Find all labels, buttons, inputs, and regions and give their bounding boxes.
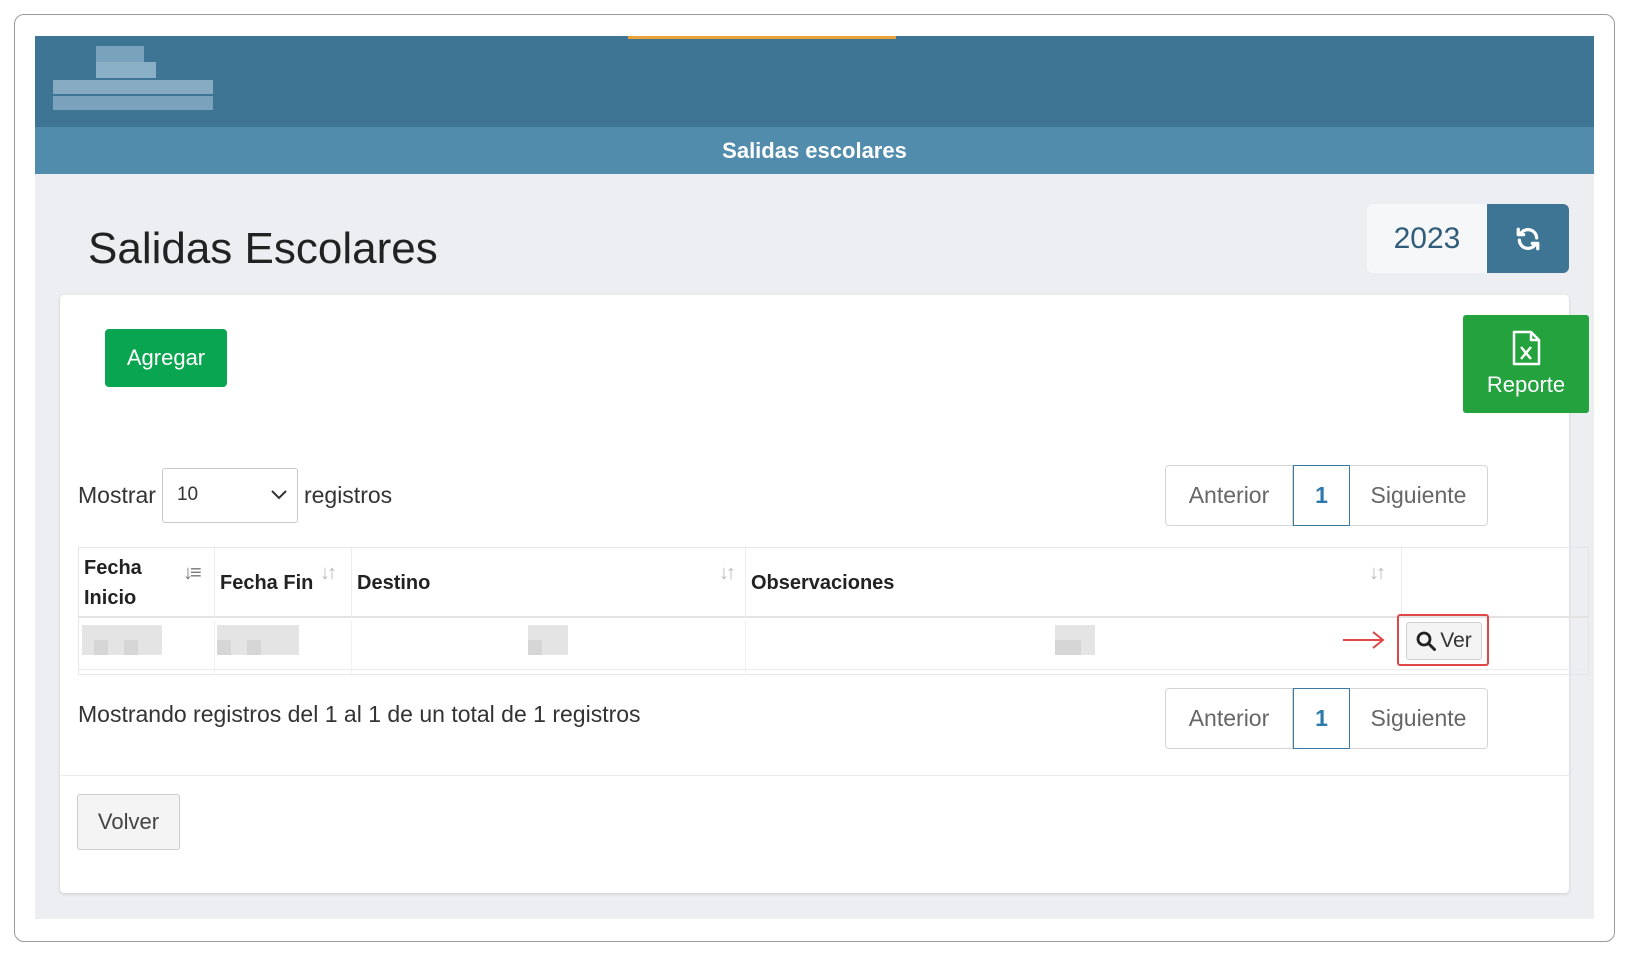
sort-icon: ↓↑ [1369, 562, 1386, 584]
current-page-button[interactable]: 1 [1293, 688, 1350, 749]
chevron-down-icon [271, 490, 287, 500]
back-button[interactable]: Volver [77, 794, 180, 850]
section-title: Salidas escolares [722, 137, 907, 163]
column-header-destino[interactable]: Destino ↓↑ [352, 548, 746, 618]
column-header-actions [1402, 548, 1488, 618]
page-length-value: 10 [176, 484, 199, 505]
pagination-top: Anterior 1 Siguiente [1165, 465, 1488, 526]
sort-icon: ↓↑ [320, 562, 337, 584]
column-header-fecha-inicio[interactable]: Fecha Inicio ↓≡ [79, 548, 215, 618]
search-icon [1416, 631, 1437, 651]
current-page-button[interactable]: 1 [1293, 465, 1350, 526]
top-navbar [35, 36, 1594, 127]
report-button-label: Reporte [1486, 372, 1566, 397]
navbar-accent [628, 36, 896, 39]
column-label-line2: Inicio [84, 587, 137, 609]
length-control: Mostrar 10 registros [78, 467, 392, 523]
pagination-bottom: Anterior 1 Siguiente [1165, 688, 1488, 749]
column-header-observaciones[interactable]: Observaciones ↓↑ [746, 548, 1402, 618]
column-label: Fecha Fin [220, 571, 314, 594]
table-info: Mostrando registros del 1 al 1 de un tot… [78, 701, 641, 727]
sort-ascending-icon: ↓≡ [183, 562, 202, 584]
page-length-select[interactable]: 10 [161, 467, 298, 523]
arrow-right-icon [1343, 631, 1385, 649]
logo[interactable] [53, 46, 233, 120]
cell-fecha-inicio [79, 620, 215, 675]
previous-page-button[interactable]: Anterior [1166, 689, 1293, 748]
refresh-button[interactable] [1487, 204, 1569, 273]
cell-fecha-fin [215, 620, 352, 675]
report-button[interactable]: Reporte [1463, 315, 1589, 413]
records-table: Fecha Inicio ↓≡ Fecha Fin ↓↑ Destino ↓↑ … [78, 547, 1589, 675]
column-label: Observaciones [751, 571, 895, 594]
page-title: Salidas Escolares [88, 224, 438, 273]
cell-destino [352, 620, 746, 675]
excel-file-icon [1512, 330, 1541, 366]
table-header: Fecha Inicio ↓≡ Fecha Fin ↓↑ Destino ↓↑ … [79, 548, 1588, 618]
add-button[interactable]: Agregar [105, 329, 227, 387]
column-label: Destino [357, 571, 431, 594]
length-prefix: Mostrar [78, 481, 156, 508]
previous-page-button[interactable]: Anterior [1166, 466, 1293, 525]
column-label-line1: Fecha [84, 557, 142, 579]
view-button[interactable]: Ver [1406, 622, 1482, 660]
length-suffix: registros [303, 481, 393, 508]
card-footer-divider [60, 775, 1569, 776]
content-card: Agregar Reporte Mostrar 10 registros Ant… [60, 295, 1589, 893]
next-page-button[interactable]: Siguiente [1350, 466, 1487, 525]
year-field[interactable]: 2023 [1367, 204, 1487, 273]
column-header-fecha-fin[interactable]: Fecha Fin ↓↑ [215, 548, 352, 618]
cell-observaciones [746, 620, 1402, 675]
sort-icon: ↓↑ [719, 562, 736, 584]
section-titlebar: Salidas escolares [35, 127, 1594, 174]
next-page-button[interactable]: Siguiente [1350, 689, 1487, 748]
refresh-icon [1516, 227, 1540, 250]
app-viewport: Salidas escolares Salidas Escolares 2023… [35, 36, 1594, 919]
view-button-label: Ver [1440, 629, 1472, 652]
